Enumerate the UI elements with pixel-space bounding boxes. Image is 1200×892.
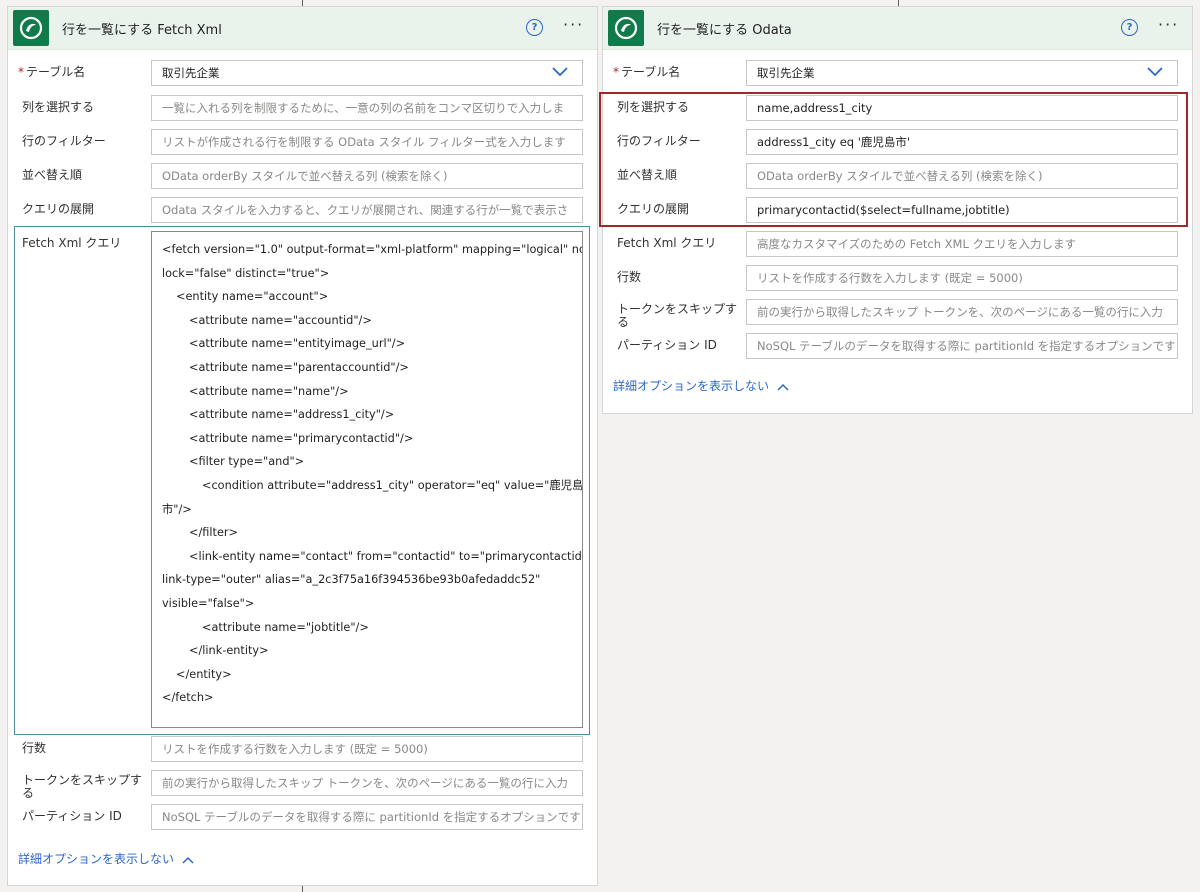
help-icon[interactable]: ? <box>1121 19 1138 36</box>
xml-line: </link-entity> <box>189 644 269 658</box>
row-count-label: 行数 <box>617 270 642 284</box>
fetch-xml-input[interactable]: 高度なカスタマイズのための Fetch XML クエリを入力します <box>746 231 1178 257</box>
expand-query-input[interactable]: primarycontactid($select=fullname,jobtit… <box>746 197 1178 223</box>
select-columns-input[interactable]: name,address1_city <box>746 95 1178 121</box>
expand-query-label: クエリの展開 <box>22 202 95 216</box>
card-title: 行を一覧にする Fetch Xml <box>62 23 222 38</box>
required-marker: * <box>18 65 24 79</box>
skip-token-label: トークンをスキップする <box>617 302 738 329</box>
partition-id-label: パーティション ID <box>617 338 717 352</box>
xml-line: <fetch version="1.0" output-format="xml-… <box>162 243 583 256</box>
fetch-xml-label: Fetch Xml クエリ <box>22 236 122 250</box>
xml-line: <entity name="account"> <box>176 290 329 304</box>
fetch-xml-action-card: 行を一覧にする Fetch Xml ? ··· * テーブル名 取引先企業 列を選… <box>7 6 598 886</box>
hide-advanced-options-link[interactable]: 詳細オプションを表示しない <box>613 377 789 394</box>
partition-id-label: パーティション ID <box>22 809 122 823</box>
row-filter-input[interactable]: リストが作成される行を制限する OData スタイル フィルター式を入力します <box>151 129 583 155</box>
xml-line: 市"/> <box>162 502 192 516</box>
sort-order-label: 並べ替え順 <box>22 168 83 182</box>
fetch-xml-textarea[interactable]: <fetch version="1.0" output-format="xml-… <box>151 231 583 728</box>
hide-advanced-options-link[interactable]: 詳細オプションを表示しない <box>18 850 194 867</box>
row-count-input[interactable]: リストを作成する行数を入力します (既定 = 5000) <box>746 265 1178 291</box>
skip-token-input[interactable]: 前の実行から取得したスキップ トークンを、次のページにある一覧の行に入力 <box>151 770 583 796</box>
chevron-down-icon <box>552 67 568 77</box>
select-columns-label: 列を選択する <box>617 100 690 114</box>
expand-query-input[interactable]: Odata スタイルを入力すると、クエリが展開され、関連する行が一覧で表示さ <box>151 197 583 223</box>
skip-token-input[interactable]: 前の実行から取得したスキップ トークンを、次のページにある一覧の行に入力 <box>746 299 1178 325</box>
required-marker: * <box>613 65 619 79</box>
table-name-dropdown[interactable]: 取引先企業 <box>151 60 583 86</box>
partition-id-input[interactable]: NoSQL テーブルのデータを取得する際に partitionId を指定するオ… <box>746 333 1178 359</box>
chevron-up-icon <box>777 383 789 391</box>
row-filter-input[interactable]: address1_city eq '鹿児島市' <box>746 129 1178 155</box>
sort-order-input[interactable]: OData orderBy スタイルで並べ替える列 (検索を除く) <box>746 163 1178 189</box>
table-name-dropdown[interactable]: 取引先企業 <box>746 60 1178 86</box>
xml-line: <attribute name="entityimage_url"/> <box>189 337 406 351</box>
xml-line: <filter type="and"> <box>189 455 305 469</box>
xml-line: </fetch> <box>162 691 214 705</box>
row-filter-label: 行のフィルター <box>22 134 106 148</box>
odata-action-card: 行を一覧にする Odata ? ··· * テーブル名 取引先企業 列を選択する … <box>599 6 1193 414</box>
xml-line: visible="false"> <box>162 596 255 610</box>
more-options-icon[interactable]: ··· <box>563 15 584 34</box>
xml-line: <attribute name="primarycontactid"/> <box>189 431 414 445</box>
table-name-label: * テーブル名 <box>18 65 86 79</box>
row-filter-label: 行のフィルター <box>617 134 701 148</box>
dataverse-icon <box>608 10 644 46</box>
card-title: 行を一覧にする Odata <box>657 23 792 38</box>
xml-line: <attribute name="accountid"/> <box>189 313 372 327</box>
xml-line: <attribute name="parentaccountid"/> <box>189 360 409 374</box>
xml-line: lock="false" distinct="true"> <box>162 266 330 280</box>
sort-order-input[interactable]: OData orderBy スタイルで並べ替える列 (検索を除く) <box>151 163 583 189</box>
fetch-xml-label: Fetch Xml クエリ <box>617 236 717 250</box>
xml-line: <attribute name="address1_city"/> <box>189 408 395 422</box>
more-options-icon[interactable]: ··· <box>1158 15 1179 34</box>
help-icon[interactable]: ? <box>526 19 543 36</box>
xml-line: <link-entity name="contact" from="contac… <box>189 549 583 563</box>
xml-line: <attribute name="jobtitle"/> <box>202 620 369 634</box>
row-count-label: 行数 <box>22 741 47 755</box>
xml-line: link-type="outer" alias="a_2c3f75a16f394… <box>162 573 541 587</box>
dataverse-icon <box>13 10 49 46</box>
xml-line: </filter> <box>189 526 239 540</box>
card-header[interactable]: 行を一覧にする Odata ? ··· <box>603 7 1192 50</box>
xml-line: <attribute name="name"/> <box>189 384 349 398</box>
card-header[interactable]: 行を一覧にする Fetch Xml ? ··· <box>8 7 597 50</box>
partition-id-input[interactable]: NoSQL テーブルのデータを取得する際に partitionId を指定するオ… <box>151 804 583 830</box>
sort-order-label: 並べ替え順 <box>617 168 678 182</box>
table-name-label: * テーブル名 <box>613 65 681 79</box>
select-columns-label: 列を選択する <box>22 100 95 114</box>
skip-token-label: トークンをスキップする <box>22 773 143 800</box>
xml-line: </entity> <box>176 667 232 681</box>
xml-line: <condition attribute="address1_city" ope… <box>202 478 583 492</box>
row-count-input[interactable]: リストを作成する行数を入力します (既定 = 5000) <box>151 736 583 762</box>
select-columns-input[interactable]: 一覧に入れる列を制限するために、一意の列の名前をコンマ区切りで入力しま <box>151 95 583 121</box>
chevron-down-icon <box>1147 67 1163 77</box>
expand-query-label: クエリの展開 <box>617 202 690 216</box>
chevron-up-icon <box>182 856 194 864</box>
